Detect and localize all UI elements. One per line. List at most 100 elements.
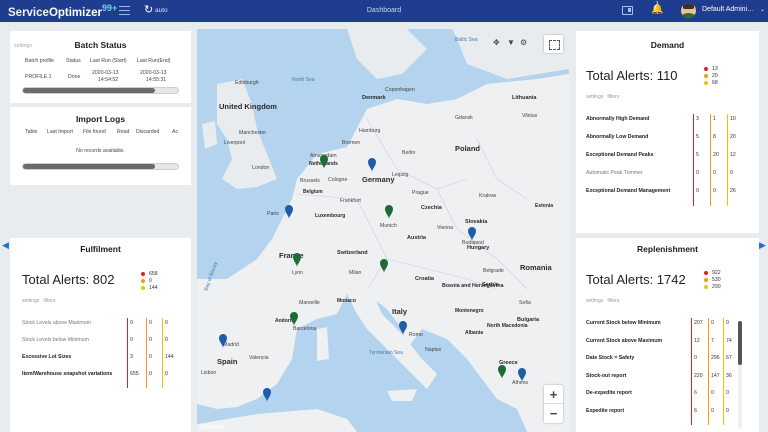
demand-filters-link[interactable]: filters (607, 94, 619, 100)
alert-row[interactable]: Exceptional Demand Peaks 5 20 12 (586, 152, 751, 161)
alert-count: 12 (694, 337, 700, 344)
alert-row[interactable]: Abnormally High Demand 3 1 10 (586, 116, 751, 125)
demand-settings-link[interactable]: settings (586, 94, 603, 100)
alert-count: 0 (165, 337, 168, 343)
alert-count: 0 (730, 170, 733, 176)
col-read[interactable]: Read (117, 129, 129, 135)
alert-count: 20 (730, 134, 736, 140)
alert-row[interactable]: Expedite report 6 0 0 (586, 408, 741, 417)
col-file-found[interactable]: File found (83, 129, 106, 135)
replenishment-scrollbar[interactable] (738, 321, 742, 429)
alert-count: 0 (149, 337, 152, 343)
alert-label: Exceptional Demand Management (586, 188, 671, 194)
zoom-in-button[interactable]: + (544, 385, 563, 404)
replenishment-filters-link[interactable]: filters (607, 298, 619, 304)
alert-row[interactable]: Current Stock above Maximum 12 7 74 (586, 338, 741, 347)
alert-row[interactable]: Automatic Peak Trimmer 0 0 0 (586, 170, 751, 179)
replenishment-settings-link[interactable]: settings (586, 298, 603, 304)
col-last-run-end[interactable]: Last Run(End) (137, 58, 170, 64)
sea-label: North Sea (292, 77, 315, 83)
nav-right-icon[interactable]: ▶ (759, 240, 766, 251)
col-last-run-start[interactable]: Last Run (Start) (90, 58, 127, 64)
user-menu[interactable]: Default Admini… (702, 6, 754, 13)
batch-start-time: 14:54:52 (98, 77, 119, 83)
alert-count: 0 (726, 320, 729, 326)
col-status[interactable]: Status (66, 58, 81, 64)
alert-count: 7 (711, 337, 714, 344)
import-logs-empty: No records available. (76, 148, 125, 154)
orange-dot-icon (704, 277, 708, 282)
top-bar: ServiceOptimizer99+ ↻ auto Dashboard 🔔 1… (0, 0, 768, 22)
city-label: Lisbon (201, 370, 216, 376)
alert-count: 144 (165, 354, 174, 360)
country-label: Austria (407, 235, 427, 241)
city-label: Valencia (249, 355, 269, 361)
gear-icon[interactable]: ⚙ (520, 38, 527, 47)
avatar[interactable] (681, 3, 696, 18)
yellow-dot-icon (704, 80, 708, 85)
sea-label: Tyrrhenian Sea (369, 350, 403, 356)
city-label: Milan (349, 270, 362, 276)
chevron-down-icon[interactable]: ⌄ (760, 6, 765, 13)
col-last-import[interactable]: Last Import (47, 129, 73, 135)
alert-count: 0 (711, 407, 714, 414)
batch-status-panel: Batch Status settings Batch profile Stat… (10, 31, 191, 103)
alert-row[interactable]: Exceptional Demand Management 0 0 26 (586, 188, 751, 197)
fulfilment-settings-link[interactable]: settings (22, 298, 39, 304)
filter-icon[interactable]: ▼ (507, 38, 515, 47)
batch-status-cell: Done (68, 74, 81, 80)
alert-count: 147 (711, 372, 720, 379)
alert-count: 1 (713, 116, 716, 122)
alert-count: 655 (130, 371, 139, 377)
nav-left-icon[interactable]: ◀ (2, 240, 9, 251)
alerts-map[interactable]: Baltic Sea North Sea Bay of Biscay Tyrrh… (197, 29, 569, 432)
alert-count: 296 (711, 355, 720, 361)
move-icon[interactable]: ✥ (493, 38, 500, 47)
demand-legend-red: 13 (704, 66, 718, 72)
orange-dot-icon (704, 73, 708, 78)
country-label: Croatia (415, 276, 435, 282)
sidebar-toggle-icon[interactable] (622, 6, 633, 15)
col-batch-profile[interactable]: Batch profile (25, 58, 54, 64)
country-label: Montenegro (455, 308, 484, 314)
alert-row[interactable]: De-expedite report 6 0 0 (586, 390, 741, 399)
map-canvas[interactable]: Baltic Sea North Sea Bay of Biscay Tyrrh… (197, 29, 569, 432)
replenishment-total-alerts: Total Alerts: 1742 (586, 272, 686, 287)
scrollbar-thumb[interactable] (738, 321, 742, 365)
fulfilment-filters-link[interactable]: filters (43, 298, 55, 304)
fulfilment-legend-red: 658 (141, 271, 158, 277)
batch-settings-link[interactable]: settings (14, 43, 32, 49)
alert-label: Abnormally Low Demand (586, 134, 649, 140)
alert-row[interactable]: Stock Levels above Maximum 0 0 0 (22, 320, 187, 329)
replenishment-alert-list: Current Stock below Minimum 207 0 0 Current … (586, 318, 741, 430)
alert-row[interactable]: Stock-out report 220 147 36 (586, 373, 741, 382)
alert-count: 0 (694, 355, 697, 361)
alert-count: 10 (730, 116, 736, 122)
city-label: Marseille (299, 300, 320, 306)
country-label: Albania (465, 330, 483, 336)
zoom-out-button[interactable]: − (544, 404, 563, 423)
col-discarded[interactable]: Discarded (136, 129, 159, 135)
alert-count: 20 (713, 152, 719, 158)
replenishment-settings-filters: settings filters (586, 298, 619, 304)
alert-row[interactable]: Date Stock = Safety 0 296 67 (586, 355, 741, 364)
alert-row[interactable]: Stock Levels below Minimum 0 0 0 (22, 337, 187, 346)
alert-count: 5 (696, 152, 699, 158)
city-label: Krakow (479, 193, 497, 199)
fullscreen-icon[interactable] (544, 35, 563, 53)
city-label: Brussels (300, 178, 320, 184)
col-table[interactable]: Table (25, 129, 37, 135)
red-dot-icon (704, 270, 708, 275)
alert-row[interactable]: Abnormally Low Demand 5 8 20 (586, 134, 751, 143)
alert-row[interactable]: Excessive Lot Sizes 3 0 144 (22, 354, 187, 363)
col-ac[interactable]: Ac (172, 129, 178, 135)
demand-total-alerts: Total Alerts: 110 (586, 68, 678, 83)
alert-row[interactable]: Current Stock below Minimum 207 0 0 (586, 320, 741, 329)
city-label: Manchester (239, 130, 266, 136)
batch-end-time: 14:55:31 (146, 77, 167, 83)
country-label: Belgium (303, 189, 323, 195)
alert-count: 207 (694, 320, 703, 326)
alert-count: 0 (696, 188, 699, 194)
alert-row[interactable]: Item/Warehouse snapshot variations 655 0 0 (22, 371, 187, 380)
fulfilment-legend-yellow: 144 (141, 285, 158, 291)
